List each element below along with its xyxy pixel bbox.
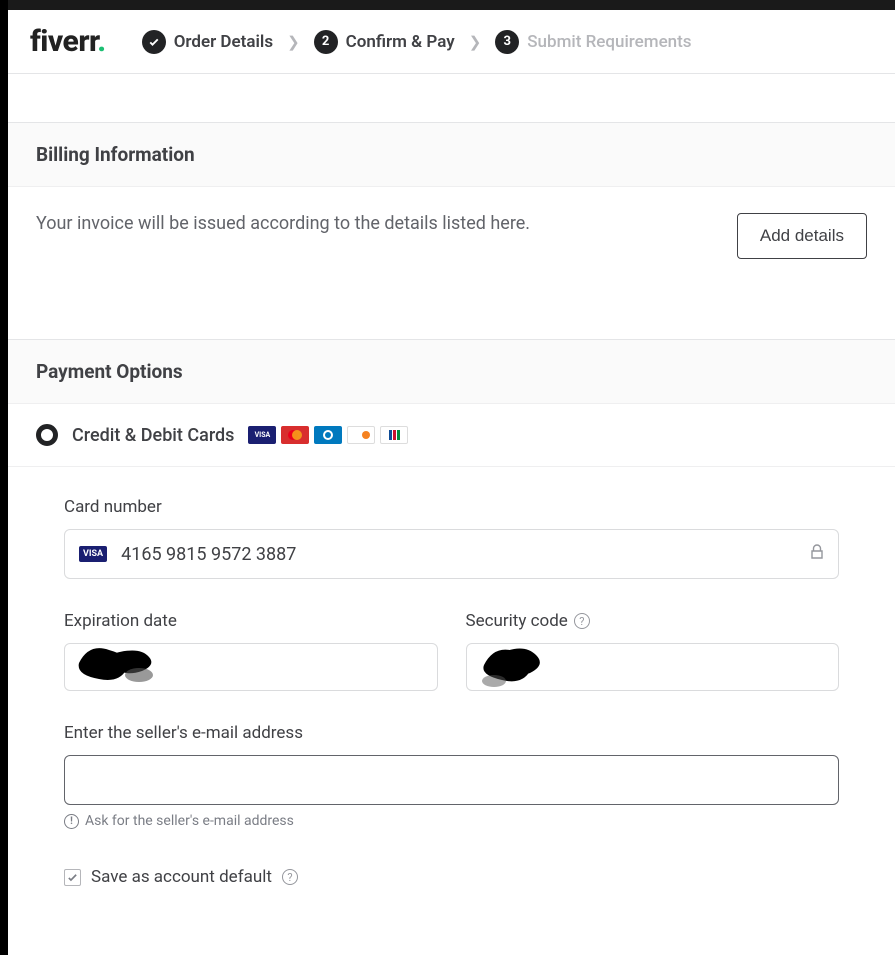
payment-section: Payment Options Credit & Debit Cards VIS… bbox=[8, 339, 895, 907]
expiration-input[interactable] bbox=[79, 657, 423, 678]
expiration-input-wrap[interactable] bbox=[64, 643, 438, 691]
window-top-bar bbox=[8, 0, 895, 10]
help-icon[interactable]: ? bbox=[574, 613, 590, 629]
step-confirm-pay[interactable]: 2 Confirm & Pay bbox=[314, 30, 455, 54]
hint-text: Ask for the seller's e-mail address bbox=[85, 813, 294, 829]
seller-email-hint: ! Ask for the seller's e-mail address bbox=[64, 813, 839, 829]
seller-email-label: Enter the seller's e-mail address bbox=[64, 723, 839, 743]
chevron-right-icon: ❯ bbox=[469, 33, 482, 51]
save-default-row[interactable]: Save as account default ? bbox=[64, 867, 839, 887]
card-number-input[interactable] bbox=[121, 544, 810, 565]
mastercard-icon bbox=[281, 426, 309, 444]
card-form: Card number VISA Expiration date bbox=[8, 467, 895, 907]
brand-dot: . bbox=[97, 24, 105, 59]
expiration-label: Expiration date bbox=[64, 611, 438, 631]
billing-heading: Billing Information bbox=[8, 123, 895, 187]
step-number: 2 bbox=[314, 30, 338, 54]
brand-name: fiverr bbox=[30, 24, 97, 59]
check-icon bbox=[142, 30, 166, 54]
visa-icon: VISA bbox=[248, 426, 276, 444]
save-default-label: Save as account default bbox=[91, 867, 272, 887]
billing-section: Billing Information Your invoice will be… bbox=[8, 122, 895, 339]
step-label: Order Details bbox=[174, 32, 273, 52]
card-brand-logos: VISA bbox=[248, 426, 408, 444]
diners-icon bbox=[314, 426, 342, 444]
security-code-input[interactable] bbox=[481, 657, 825, 678]
help-icon[interactable]: ? bbox=[282, 869, 298, 885]
security-code-text: Security code bbox=[466, 611, 568, 631]
seller-email-input-wrap[interactable] bbox=[64, 755, 839, 805]
security-code-input-wrap[interactable] bbox=[466, 643, 840, 691]
add-details-button[interactable]: Add details bbox=[737, 213, 867, 259]
step-submit-requirements: 3 Submit Requirements bbox=[495, 30, 691, 54]
payment-method-label: Credit & Debit Cards bbox=[72, 425, 234, 446]
checkout-header: fiverr. Order Details ❯ 2 Confirm & Pay … bbox=[8, 10, 895, 74]
step-label: Confirm & Pay bbox=[346, 32, 455, 52]
payment-method-row[interactable]: Credit & Debit Cards VISA bbox=[8, 404, 895, 467]
seller-email-input[interactable] bbox=[79, 770, 824, 790]
step-number: 3 bbox=[495, 30, 519, 54]
visa-icon: VISA bbox=[79, 546, 107, 562]
security-code-label: Security code ? bbox=[466, 611, 840, 631]
save-default-checkbox[interactable] bbox=[64, 869, 81, 886]
card-number-input-wrap[interactable]: VISA bbox=[64, 529, 839, 579]
discover-icon bbox=[347, 426, 375, 444]
chevron-right-icon: ❯ bbox=[287, 33, 300, 51]
billing-description: Your invoice will be issued according to… bbox=[36, 213, 530, 234]
checkout-steps: Order Details ❯ 2 Confirm & Pay ❯ 3 Subm… bbox=[142, 30, 692, 54]
brand-logo[interactable]: fiverr. bbox=[30, 24, 106, 59]
lock-icon bbox=[810, 544, 824, 564]
card-number-label: Card number bbox=[64, 497, 839, 517]
info-icon: ! bbox=[64, 814, 79, 829]
payment-heading: Payment Options bbox=[8, 340, 895, 404]
step-order-details[interactable]: Order Details bbox=[142, 30, 273, 54]
step-label: Submit Requirements bbox=[527, 32, 691, 52]
radio-selected-icon[interactable] bbox=[36, 424, 58, 446]
jcb-icon bbox=[380, 426, 408, 444]
